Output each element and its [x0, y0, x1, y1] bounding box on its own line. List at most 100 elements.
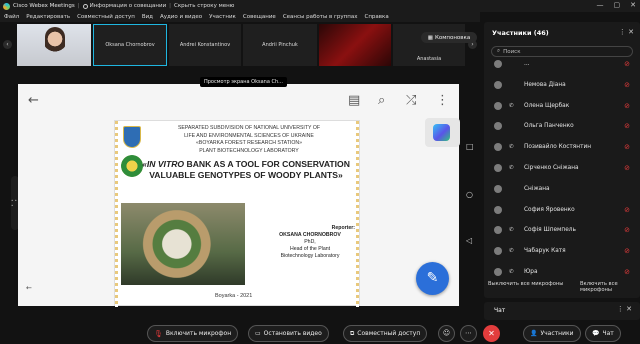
share-content-button[interactable]: ⧉ Совместный доступ: [343, 325, 428, 342]
mic-muted-icon[interactable]: ⊘: [624, 226, 630, 234]
menu-file[interactable]: Файл: [4, 14, 19, 20]
avatar: [494, 80, 502, 89]
phone-audio-icon: ✆: [509, 165, 514, 171]
phone-audio-icon: ✆: [509, 248, 514, 255]
participant-row[interactable]: Сніжана: [484, 180, 640, 198]
filmstrip-prev-button[interactable]: ‹: [3, 40, 12, 49]
search-icon: ⌕: [497, 48, 501, 54]
search-icon[interactable]: ⌕: [378, 93, 385, 108]
menu-meeting[interactable]: Совещание: [243, 14, 276, 20]
participant-row[interactable]: ✆ Олена Щербак ⊘: [484, 97, 640, 115]
info-icon: [82, 3, 88, 9]
mic-muted-icon[interactable]: ⊘: [624, 206, 630, 214]
edit-fab-button[interactable]: ✎: [416, 262, 449, 295]
share-screen-icon: ⧉: [350, 329, 355, 337]
participant-row[interactable]: ✆ Юра ⊘: [484, 263, 640, 281]
participant-face-image: [45, 27, 65, 57]
prev-page-icon[interactable]: ←: [26, 284, 32, 292]
unmute-button[interactable]: 🎙 Включить микрофон: [147, 325, 239, 342]
menu-help[interactable]: Справка: [364, 14, 388, 20]
video-tile[interactable]: Andrei Konstantinov: [169, 24, 241, 66]
participants-toggle-button[interactable]: 👤 Участники: [523, 325, 581, 342]
phone-audio-icon: ✆: [509, 144, 514, 151]
slide-title: «IN VITRO BANK AS A TOOL FOR CONSERVATIO…: [142, 159, 350, 180]
participant-name: Ольга Панченко: [524, 123, 574, 130]
menu-view[interactable]: Вид: [142, 14, 153, 20]
video-tile[interactable]: [17, 24, 91, 66]
participant-name: Позивайло Костянтин: [524, 144, 592, 151]
share-icon[interactable]: ⤮: [406, 93, 416, 108]
nav-home-icon[interactable]: ○: [466, 190, 473, 199]
more-options-button[interactable]: ⋯: [460, 325, 477, 342]
stop-video-button[interactable]: ▭ Остановить видео: [248, 325, 329, 342]
more-vert-icon[interactable]: ⋮: [436, 93, 449, 108]
menu-breakout[interactable]: Сеансы работы в группах: [283, 14, 358, 20]
title-bar: Cisco Webex Meetings | Информация о сове…: [0, 0, 640, 12]
copilot-icon: [433, 124, 450, 141]
chat-panel-header[interactable]: Чат ⋮ ✕: [484, 302, 640, 320]
video-tile[interactable]: Andrii Pinchuk: [243, 24, 317, 66]
maximize-button[interactable]: ▢: [614, 1, 621, 9]
reactions-button[interactable]: ☺: [438, 325, 455, 342]
avatar: [494, 60, 502, 68]
participant-row[interactable]: ✆ Сірченко Сніжана ⊘: [484, 159, 640, 177]
layout-icon: ▦: [427, 34, 433, 41]
floating-app-bubble[interactable]: [425, 118, 460, 147]
mic-muted-icon[interactable]: ⊘: [624, 81, 630, 89]
shared-screen: ← ▤ ⌕ ⤮ ⋮ SEPARATED SUBDIVISION OF NATIO…: [18, 84, 459, 307]
screen-view-tooltip: Просмотр экрана Oksana Ch...: [200, 77, 287, 87]
mic-muted-icon[interactable]: ⊘: [624, 60, 630, 68]
minimize-button[interactable]: —: [597, 1, 604, 9]
participant-name: Юра: [524, 269, 538, 275]
mic-muted-icon[interactable]: ⊘: [624, 247, 630, 255]
participant-name: ...: [524, 61, 530, 67]
participant-row[interactable]: ✆ Позивайло Костянтин ⊘: [484, 138, 640, 156]
chat-panel-controls[interactable]: ⋮ ✕: [617, 305, 632, 313]
avatar: [494, 247, 502, 256]
participant-row[interactable]: ✆ Софія Шпемпель ⊘: [484, 221, 640, 239]
participant-row[interactable]: Ольга Панченко ⊘: [484, 117, 640, 135]
menu-edit[interactable]: Редактировать: [26, 14, 70, 20]
reporter-block: Reporter: OKSANA CHORNOBROV PhD, Head of…: [279, 225, 355, 259]
slide-footer: Boyarka - 2021: [215, 293, 253, 299]
menu-share[interactable]: Совместный доступ: [77, 14, 135, 20]
mute-all-button[interactable]: Выключить все микрофоны: [488, 281, 563, 287]
pencil-icon: ✎: [426, 270, 439, 286]
nav-recents-icon[interactable]: □: [466, 142, 474, 151]
people-icon: 👤: [530, 330, 538, 337]
chat-toggle-button[interactable]: 💬 Чат: [585, 325, 621, 342]
mic-muted-icon[interactable]: ⊘: [624, 143, 630, 151]
menu-participant[interactable]: Участник: [209, 14, 236, 20]
mic-muted-icon[interactable]: ⊘: [624, 122, 630, 130]
nav-back-icon[interactable]: ◁: [466, 236, 472, 245]
mic-muted-icon[interactable]: ⊘: [624, 102, 630, 110]
participant-name: Олена Щербак: [524, 102, 570, 109]
participant-row[interactable]: София Яровенко ⊘: [484, 201, 640, 219]
mic-muted-icon[interactable]: ⊘: [624, 268, 630, 276]
mic-muted-icon[interactable]: ⊘: [624, 164, 630, 172]
hide-menubar-button[interactable]: Скрыть строку меню: [174, 3, 234, 9]
avatar: [494, 184, 502, 193]
unmute-all-button[interactable]: Включить все микрофоны: [580, 281, 640, 293]
avatar: [494, 143, 502, 152]
avatar: [494, 226, 502, 235]
participants-header: Участники (46): [492, 29, 549, 37]
layout-button[interactable]: ▦ Компоновка: [421, 32, 477, 43]
phone-audio-icon: ✆: [509, 227, 514, 234]
document-icon[interactable]: ▤: [348, 93, 360, 108]
menu-audio-video[interactable]: Аудио и видео: [160, 14, 202, 20]
video-tile[interactable]: Anastasia: [393, 24, 465, 66]
participant-row[interactable]: Немова Діана ⊘: [484, 76, 640, 94]
close-window-button[interactable]: ✕: [630, 1, 636, 9]
video-tile-active[interactable]: Oksana Chornobrov: [93, 24, 167, 66]
participant-row[interactable]: ✆ Чабарук Катя ⊘: [484, 242, 640, 260]
video-tile[interactable]: [319, 24, 391, 66]
end-call-button[interactable]: ✕: [483, 325, 500, 342]
participant-name: Немова Діана: [524, 81, 566, 88]
participants-panel-controls[interactable]: ⋮ ✕: [619, 28, 634, 36]
app-title: Cisco Webex Meetings: [13, 3, 75, 9]
presentation-slide: SEPARATED SUBDIVISION OF NATIONAL UNIVER…: [114, 120, 360, 307]
meeting-info-button[interactable]: Информация о совещании: [82, 3, 166, 9]
participant-row[interactable]: ... ⊘: [484, 55, 640, 73]
back-arrow-icon[interactable]: ←: [28, 93, 39, 108]
